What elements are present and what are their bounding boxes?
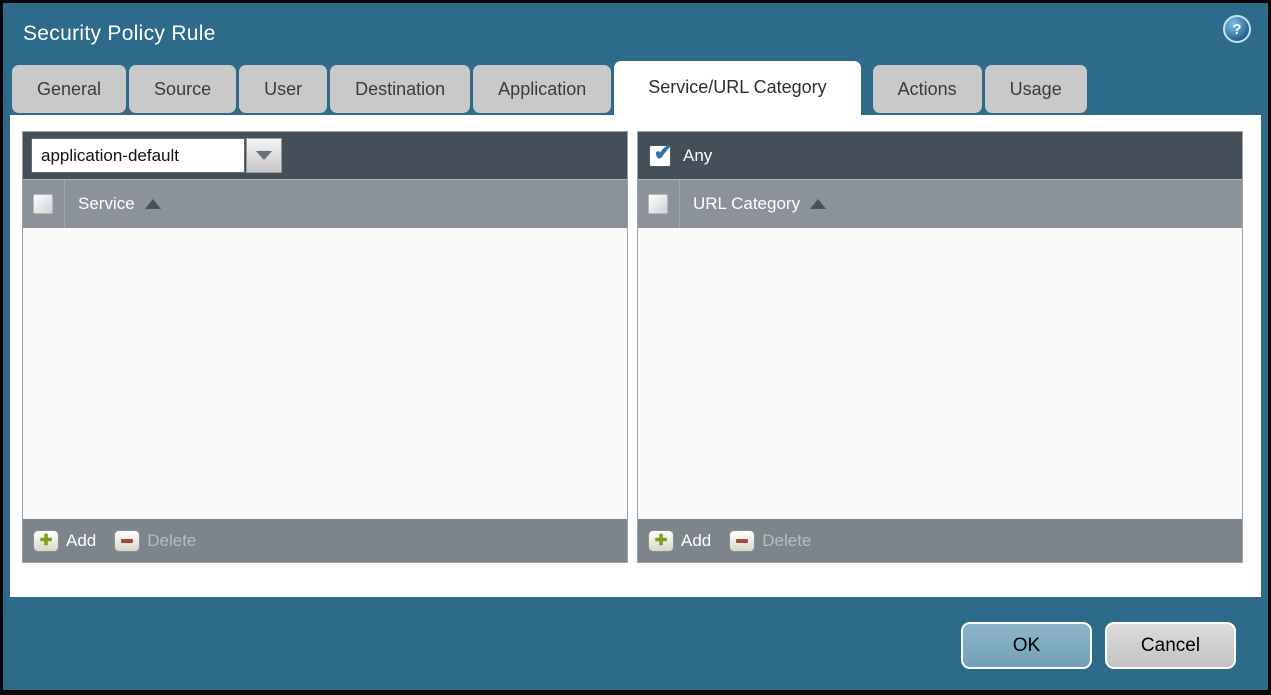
chevron-down-icon (256, 151, 272, 160)
tab-usage[interactable]: Usage (984, 65, 1087, 113)
cancel-button[interactable]: Cancel (1105, 622, 1236, 669)
plus-glyph: ✚ (654, 532, 668, 549)
dialog-action-bar: OK Cancel (3, 595, 1268, 690)
service-column-header: Service (23, 179, 627, 228)
tab-user[interactable]: User (239, 65, 328, 113)
service-panel-header (23, 132, 627, 179)
add-service-button[interactable]: Add (66, 531, 96, 551)
service-type-dropdown[interactable] (31, 138, 282, 173)
content-area: Service ✚ Add Delete (10, 115, 1261, 597)
url-category-panel: ✔ Any URL Category ✚ Add Delete (637, 131, 1243, 563)
select-all-url-categories-checkbox[interactable] (648, 194, 668, 214)
divider (64, 180, 65, 228)
service-type-dropdown-input[interactable] (31, 138, 245, 173)
security-policy-rule-dialog: Security Policy Rule ? General Source Us… (0, 0, 1271, 695)
help-icon[interactable]: ? (1223, 15, 1251, 43)
titlebar: Security Policy Rule ? (3, 3, 1268, 64)
tab-destination[interactable]: Destination (330, 65, 471, 113)
url-category-panel-footer: ✚ Add Delete (638, 519, 1242, 562)
dialog-title: Security Policy Rule (23, 21, 216, 45)
tab-source[interactable]: Source (129, 65, 237, 113)
tab-actions[interactable]: Actions (872, 65, 982, 113)
tab-general[interactable]: General (12, 65, 127, 113)
url-category-column-label[interactable]: URL Category (693, 194, 800, 214)
tab-bar: General Source User Destination Applicat… (3, 61, 1268, 115)
sort-ascending-icon[interactable] (810, 199, 827, 209)
select-all-services-checkbox[interactable] (33, 194, 53, 214)
minus-glyph (121, 538, 134, 543)
panels: Service ✚ Add Delete (10, 115, 1261, 563)
plus-glyph: ✚ (39, 532, 53, 549)
minus-glyph (736, 538, 749, 543)
delete-service-button[interactable]: Delete (147, 531, 196, 551)
tab-service-url-category[interactable]: Service/URL Category (614, 61, 861, 115)
add-icon[interactable]: ✚ (33, 529, 59, 552)
any-label[interactable]: Any (683, 146, 712, 166)
service-type-dropdown-button[interactable] (246, 138, 282, 173)
url-category-panel-header: ✔ Any (638, 132, 1242, 179)
delete-icon[interactable] (729, 529, 756, 552)
any-checkbox[interactable]: ✔ (649, 139, 673, 167)
service-panel: Service ✚ Add Delete (22, 131, 628, 563)
sort-ascending-icon[interactable] (144, 199, 161, 209)
url-category-column-header: URL Category (638, 179, 1242, 228)
service-panel-footer: ✚ Add Delete (23, 519, 627, 562)
divider (679, 180, 680, 228)
service-list (23, 228, 627, 519)
tab-application[interactable]: Application (473, 65, 612, 113)
delete-icon[interactable] (114, 529, 141, 552)
delete-url-category-button[interactable]: Delete (762, 531, 811, 551)
url-category-list (638, 228, 1242, 519)
add-icon[interactable]: ✚ (648, 529, 674, 552)
add-url-category-button[interactable]: Add (681, 531, 711, 551)
checkmark-icon: ✔ (653, 139, 673, 165)
service-column-label[interactable]: Service (78, 194, 135, 214)
ok-button[interactable]: OK (961, 622, 1092, 669)
